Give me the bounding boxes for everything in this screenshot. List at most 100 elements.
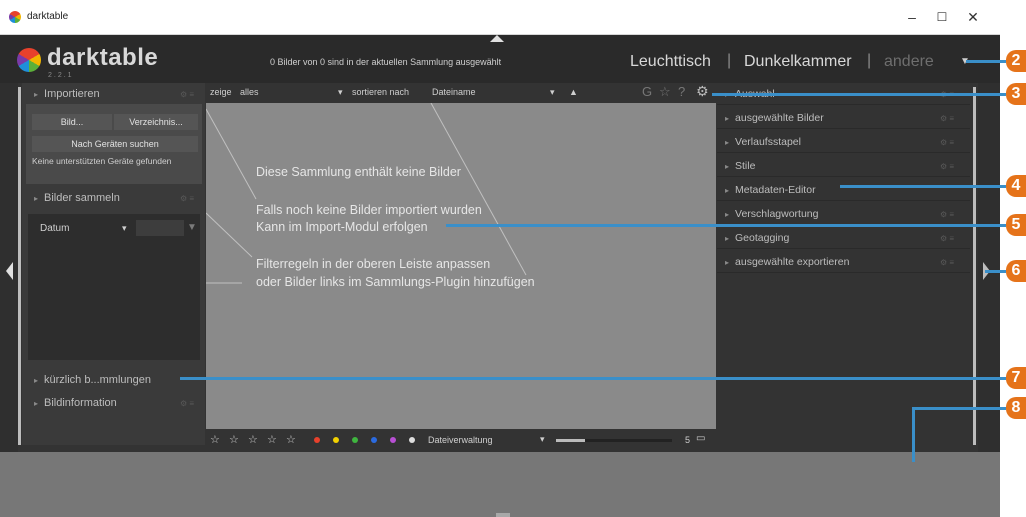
recent-collections-header[interactable]: ▸ kürzlich b...mmlungen [34, 374, 151, 386]
monitor-icon[interactable]: ▭ [696, 433, 705, 444]
window-titlebar: darktable – ☐ ✕ [0, 0, 1000, 35]
empty-hint-import-module: Kann im Import-Modul erfolgen [256, 220, 428, 234]
right-module-styles[interactable]: ▸ Stile [725, 160, 755, 172]
sort-order-icon[interactable]: ▲ [569, 87, 578, 97]
right-module-export[interactable]: ▸ ausgewählte exportieren [725, 256, 849, 268]
divider [717, 176, 970, 177]
view-separator: | [867, 52, 872, 69]
star-overlay-icon[interactable]: ☆ [659, 84, 671, 100]
layout-select[interactable]: Dateiverwaltung [428, 435, 493, 445]
module-preset-icons[interactable]: ⚙ ≡ [180, 399, 194, 408]
divider [717, 248, 970, 249]
right-module-history-stack[interactable]: ▸ Verlaufsstapel [725, 136, 801, 148]
grouping-icon[interactable]: G [642, 84, 652, 99]
module-preset-icons[interactable]: ⚙ ≡ [940, 138, 954, 147]
callout-line [966, 60, 1006, 63]
color-label-purple[interactable] [390, 437, 396, 443]
import-module-header[interactable]: ▸ Importieren [34, 88, 100, 100]
gear-icon[interactable]: ⚙ [696, 83, 709, 100]
module-preset-icons[interactable]: ⚙ ≡ [180, 194, 194, 203]
import-image-button[interactable]: Bild... [32, 114, 112, 130]
right-module-selected-images[interactable]: ▸ ausgewählte Bilder [725, 112, 824, 124]
app-logo-text: darktable [47, 44, 159, 71]
right-scrollbar[interactable] [973, 87, 976, 445]
minimize-button[interactable]: – [897, 6, 927, 28]
empty-collection-message: Diese Sammlung enthält keine Bilder [256, 165, 461, 179]
app-version: 2.2.1 [48, 72, 74, 79]
window-title: darktable [27, 11, 69, 22]
view-separator: | [727, 52, 732, 69]
selection-status: 0 Bilder von 0 sind in der aktuellen Sam… [270, 57, 502, 67]
view-lighttable-link[interactable]: Leuchttisch [630, 53, 711, 71]
color-label-yellow[interactable] [333, 437, 339, 443]
callout-line [912, 407, 1006, 410]
right-module-metadata-editor[interactable]: ▸ Metadaten-Editor [725, 184, 816, 196]
callout-badge: 2 [1006, 50, 1026, 72]
import-folder-button[interactable]: Verzeichnis... [114, 114, 198, 130]
module-preset-icons[interactable]: ⚙ ≡ [940, 210, 954, 219]
filmstrip-panel [0, 452, 1000, 517]
collapse-top-arrow-icon[interactable] [490, 35, 504, 42]
view-other-link[interactable]: andere [884, 53, 934, 71]
color-label-clear[interactable] [409, 437, 415, 443]
help-icon[interactable]: ? [678, 84, 685, 99]
divider [717, 200, 970, 201]
module-preset-icons[interactable]: ⚙ ≡ [940, 234, 954, 243]
collect-rule-property[interactable]: Datum [40, 223, 69, 234]
show-filter-value[interactable]: alles [240, 87, 259, 97]
empty-hint-import: Falls noch keine Bilder importiert wurde… [256, 203, 482, 217]
callout-badge: 7 [1006, 367, 1026, 389]
image-info-header[interactable]: ▸ Bildinformation [34, 397, 117, 409]
color-label-green[interactable] [352, 437, 358, 443]
collapse-left-arrow-icon[interactable] [6, 262, 13, 280]
callout-badge: 8 [1006, 397, 1026, 419]
darktable-logo-icon [17, 48, 41, 72]
show-label: zeige [210, 87, 232, 97]
zoom-slider-fill [556, 439, 585, 442]
zoom-value: 5 [685, 435, 691, 445]
callout-line [446, 224, 1006, 227]
chevron-down-icon[interactable]: ▾ [122, 223, 127, 234]
center-view: Diese Sammlung enthält keine Bilder Fall… [206, 103, 716, 429]
sort-value[interactable]: Dateiname [432, 87, 476, 97]
star-rating-icon[interactable]: ☆ [267, 433, 277, 446]
chevron-down-icon[interactable]: ▾ [338, 87, 343, 98]
color-label-red[interactable] [314, 437, 320, 443]
color-label-blue[interactable] [371, 437, 377, 443]
divider [717, 152, 970, 153]
chevron-down-icon[interactable]: ▾ [540, 434, 545, 445]
callout-badge: 4 [1006, 175, 1026, 197]
collapse-bottom-handle[interactable] [496, 513, 510, 517]
star-rating-icon[interactable]: ☆ [286, 433, 296, 446]
module-preset-icons[interactable]: ⚙ ≡ [180, 90, 194, 99]
zoom-slider[interactable] [556, 439, 672, 442]
filter-funnel-icon[interactable]: ▼ [187, 222, 197, 233]
sort-label: sortieren nach [352, 87, 410, 97]
maximize-button[interactable]: ☐ [927, 6, 957, 28]
callout-line [912, 407, 915, 462]
module-preset-icons[interactable]: ⚙ ≡ [940, 114, 954, 123]
collect-rule-input[interactable] [136, 220, 184, 236]
collect-module-header[interactable]: ▸ Bilder sammeln [34, 192, 120, 204]
empty-hint-collect: oder Bilder links im Sammlungs-Plugin hi… [256, 275, 535, 289]
module-preset-icons[interactable]: ⚙ ≡ [940, 162, 954, 171]
close-button[interactable]: ✕ [958, 6, 988, 28]
scan-devices-button[interactable]: Nach Geräten suchen [32, 136, 198, 152]
divider [717, 128, 970, 129]
left-scrollbar[interactable] [18, 87, 21, 445]
divider [717, 272, 970, 273]
no-devices-text: Keine unterstützten Geräte gefunden [32, 156, 172, 166]
empty-hint-filter: Filterregeln in der oberen Leiste anpass… [256, 257, 491, 271]
star-rating-icon[interactable]: ☆ [210, 433, 220, 446]
view-darkroom-link[interactable]: Dunkelkammer [744, 53, 852, 71]
star-rating-icon[interactable]: ☆ [229, 433, 239, 446]
chevron-down-icon[interactable]: ▾ [550, 87, 555, 98]
callout-line [840, 185, 1006, 188]
callout-badge: 3 [1006, 83, 1026, 105]
right-module-tagging[interactable]: ▸ Verschlagwortung [725, 208, 818, 220]
divider [717, 104, 970, 105]
star-rating-icon[interactable]: ☆ [248, 433, 258, 446]
right-module-geotagging[interactable]: ▸ Geotagging [725, 232, 789, 244]
callout-line [180, 377, 1006, 380]
module-preset-icons[interactable]: ⚙ ≡ [940, 258, 954, 267]
